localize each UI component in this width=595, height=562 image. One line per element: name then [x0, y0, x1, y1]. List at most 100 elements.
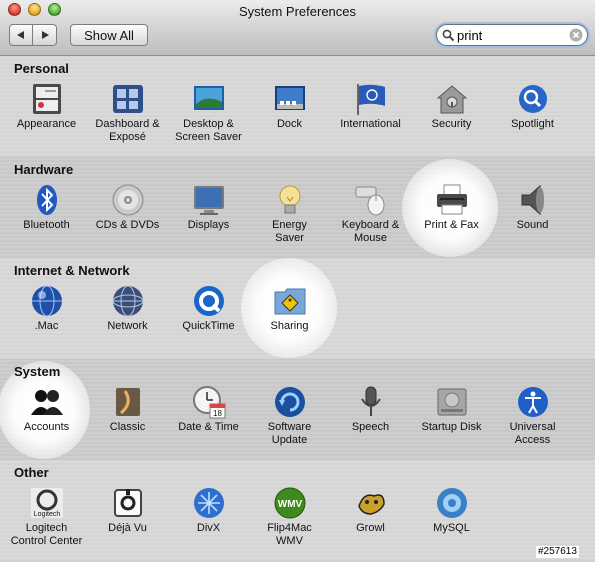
- pane-energy-saver[interactable]: Energy Saver: [249, 183, 330, 259]
- classic-icon: [116, 388, 140, 416]
- display-monitor-icon: [194, 186, 224, 215]
- pane-print-fax[interactable]: Print & Fax: [411, 183, 492, 259]
- pane-label: Bluetooth: [23, 219, 70, 231]
- pane-label: Accounts: [23, 421, 70, 433]
- pane-label: Security: [431, 118, 472, 130]
- show-all-button[interactable]: Show All: [70, 24, 148, 46]
- search-input[interactable]: [457, 27, 567, 43]
- pane-date-time[interactable]: 18 Date & Time: [168, 385, 249, 461]
- hard-disk-icon: [437, 388, 467, 416]
- section-title: System: [14, 364, 61, 379]
- bluetooth-icon: [37, 185, 57, 215]
- pane-label: Speech: [351, 421, 390, 433]
- pane-keyboard-mouse[interactable]: Keyboard & Mouse: [330, 183, 411, 259]
- growl-icon: [358, 494, 385, 515]
- pane-divx[interactable]: DivX: [168, 486, 249, 562]
- pane-label: Sound: [516, 219, 549, 231]
- pane-label: Dashboard & Exposé: [95, 118, 160, 143]
- international-flag-icon: [357, 84, 385, 115]
- pane-classic[interactable]: Classic: [87, 385, 168, 461]
- pane-label: Appearance: [16, 118, 77, 130]
- pane-universal-access[interactable]: Universal Access: [492, 385, 573, 461]
- pane-desktop-screensaver[interactable]: Desktop & Screen Saver: [168, 82, 249, 158]
- section-system: System Accounts Classic 18 Date & Time S…: [0, 359, 595, 461]
- logitech-icon-text: Logitech: [34, 511, 61, 518]
- universal-access-icon: [518, 387, 548, 417]
- dotmac-globe-icon: [32, 285, 62, 317]
- clear-x-icon[interactable]: [569, 28, 583, 42]
- section-internet-network: Internet & Network .Mac Network QuickTim…: [0, 258, 595, 360]
- pane-accounts[interactable]: Accounts: [6, 385, 87, 461]
- pane-label: Sharing: [270, 320, 309, 332]
- pane-network[interactable]: Network: [87, 284, 168, 360]
- cd-dvd-icon: [112, 184, 144, 216]
- pane-label: Keyboard & Mouse: [341, 219, 400, 244]
- pane-logitech-control-center[interactable]: Logitech Logitech Control Center: [6, 486, 87, 562]
- magnifier-icon: [442, 29, 455, 42]
- search-field[interactable]: [436, 24, 588, 46]
- pane-dotmac[interactable]: .Mac: [6, 284, 87, 360]
- pane-sharing[interactable]: Sharing: [249, 284, 330, 360]
- pane-dock[interactable]: Dock: [249, 82, 330, 158]
- speaker-icon: [521, 184, 544, 216]
- spotlight-magnifier-icon: [519, 85, 547, 113]
- pane-mysql[interactable]: MySQL: [411, 486, 492, 562]
- section-title: Hardware: [14, 162, 74, 177]
- logitech-icon: Logitech: [31, 488, 63, 518]
- software-update-icon: [275, 387, 305, 417]
- pane-label: Universal Access: [509, 421, 556, 446]
- pane-appearance[interactable]: Appearance: [6, 82, 87, 158]
- pane-deja-vu[interactable]: Déjà Vu: [87, 486, 168, 562]
- window-title: System Preferences: [238, 4, 357, 19]
- keyboard-mouse-icon: [355, 186, 385, 216]
- security-house-icon: [436, 85, 468, 114]
- pane-label: Displays: [187, 219, 230, 231]
- pane-security[interactable]: Security: [411, 82, 492, 158]
- light-bulb-icon: [279, 185, 301, 214]
- microphone-icon: [361, 386, 381, 416]
- pane-spotlight[interactable]: Spotlight: [492, 82, 573, 158]
- pane-sound[interactable]: Sound: [492, 183, 573, 259]
- section-hardware: Hardware Bluetooth CDs & DVDs Displays E…: [0, 157, 595, 259]
- pane-startup-disk[interactable]: Startup Disk: [411, 385, 492, 461]
- quicktime-icon: [194, 286, 224, 316]
- clock-calendar-icon: 18: [193, 386, 226, 419]
- pane-label: Growl: [356, 522, 385, 534]
- pane-dashboard-expose[interactable]: Dashboard & Exposé: [87, 82, 168, 158]
- pane-label: Startup Disk: [421, 421, 482, 433]
- pane-displays[interactable]: Displays: [168, 183, 249, 259]
- desktop-screensaver-icon: [194, 86, 224, 110]
- section-title: Internet & Network: [14, 263, 130, 278]
- dejavu-icon: [114, 489, 142, 517]
- pane-growl[interactable]: Growl: [330, 486, 411, 562]
- calendar-day-text: 18: [213, 409, 222, 418]
- pane-label: Flip4Mac WMV: [267, 522, 312, 547]
- back-button[interactable]: [9, 24, 33, 46]
- toolbar: System Preferences Show All: [0, 0, 595, 56]
- pane-label: Software Update: [267, 421, 312, 446]
- section-title: Personal: [14, 61, 69, 76]
- pane-bluetooth[interactable]: Bluetooth: [6, 183, 87, 259]
- dashboard-expose-icon: [113, 85, 143, 113]
- forward-arrow-icon: [41, 31, 49, 39]
- divx-icon: [194, 488, 224, 518]
- image-watermark: #257613: [536, 546, 579, 558]
- pane-label: Print & Fax: [424, 219, 479, 231]
- pane-label: Desktop & Screen Saver: [175, 118, 242, 143]
- network-globe-icon: [112, 285, 144, 317]
- pane-label: .Mac: [34, 320, 59, 332]
- pane-label: Logitech Control Center: [10, 522, 83, 547]
- forward-button[interactable]: [33, 24, 57, 46]
- pane-label: Spotlight: [511, 118, 554, 130]
- pane-quicktime[interactable]: QuickTime: [168, 284, 249, 360]
- wmv-icon-text: WMV: [278, 499, 303, 510]
- pane-flip4mac-wmv[interactable]: WMV Flip4Mac WMV: [249, 486, 330, 562]
- pane-label: International: [340, 118, 401, 130]
- pane-cds-dvds[interactable]: CDs & DVDs: [87, 183, 168, 259]
- back-arrow-icon: [17, 31, 24, 39]
- appearance-icon: [33, 84, 61, 114]
- pane-international[interactable]: International: [330, 82, 411, 158]
- pane-software-update[interactable]: Software Update: [249, 385, 330, 461]
- accounts-people-icon: [31, 390, 63, 415]
- pane-speech[interactable]: Speech: [330, 385, 411, 461]
